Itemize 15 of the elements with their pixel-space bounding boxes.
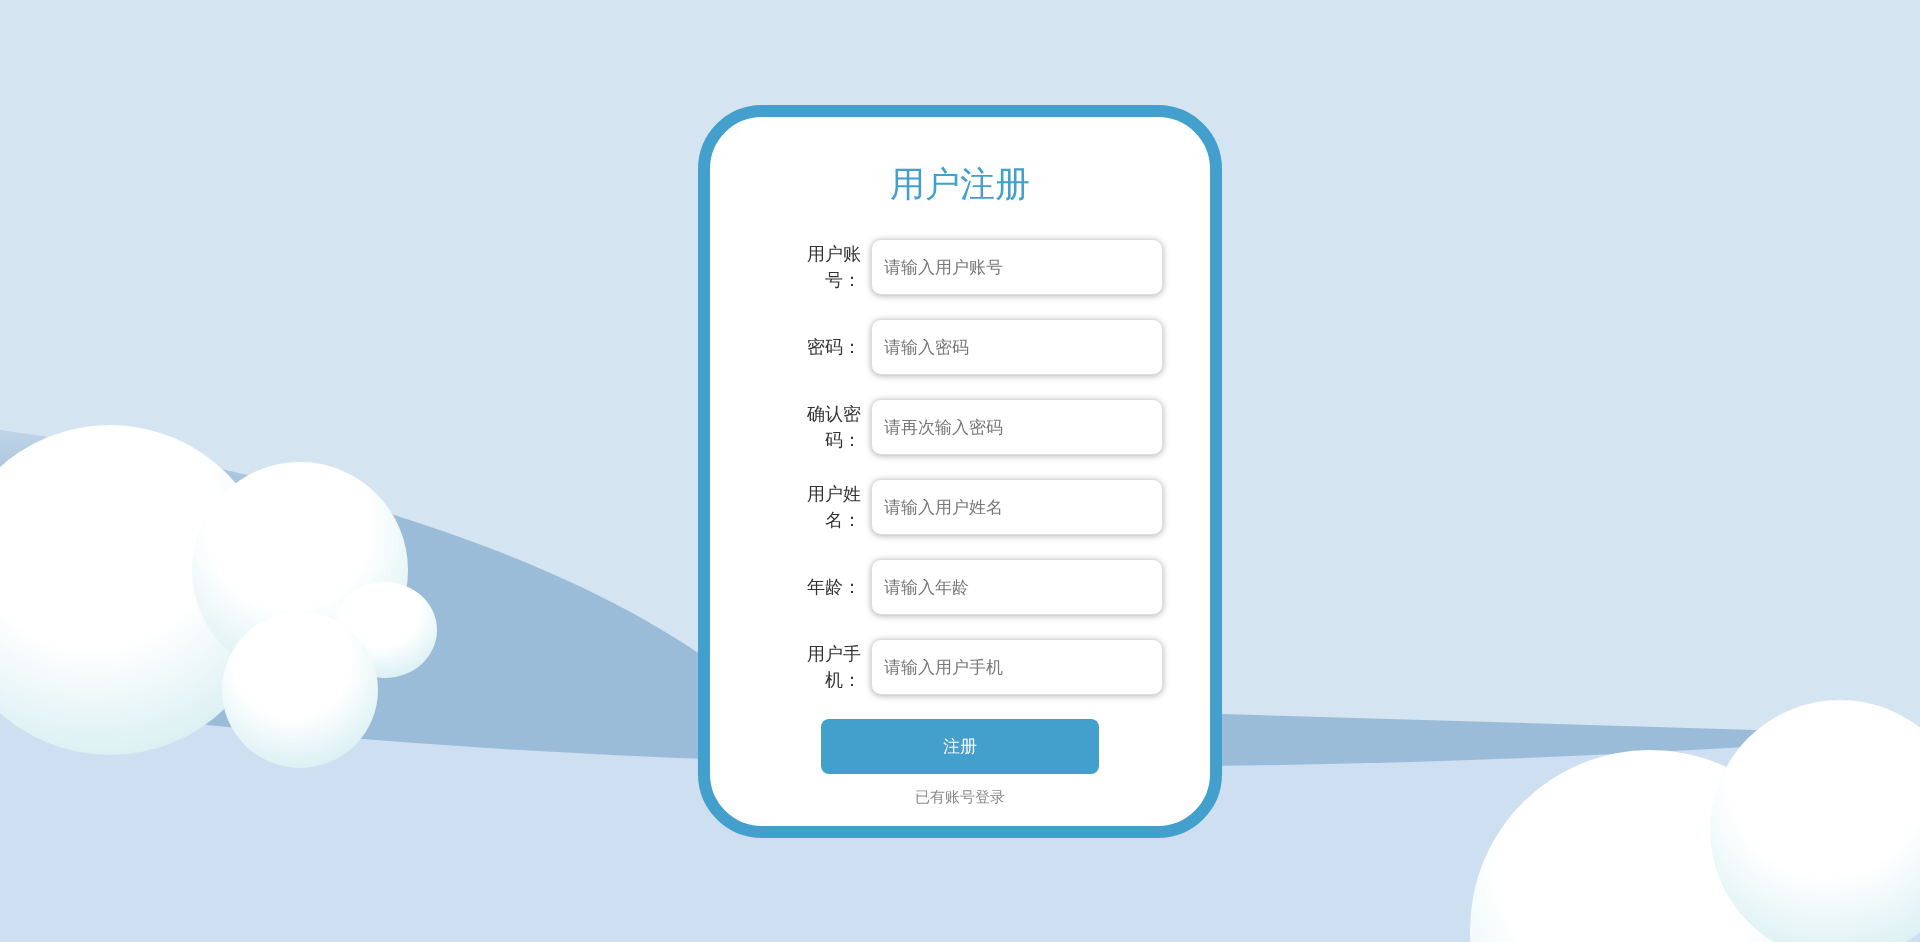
form-title: 用户注册 xyxy=(890,163,1030,205)
login-link[interactable]: 已有账号登录 xyxy=(915,788,1005,807)
field-label: 密码： xyxy=(806,335,861,359)
input-field[interactable]: 请输入密码 xyxy=(871,319,1163,375)
input-field[interactable]: 请输入用户账号 xyxy=(871,239,1163,295)
field-label: 确认密码： xyxy=(806,402,861,452)
field-label: 用户账号： xyxy=(806,242,861,292)
field-label: 用户姓名： xyxy=(806,482,861,532)
field-label: 年龄： xyxy=(806,575,861,599)
input-field[interactable]: 请输入用户手机 xyxy=(871,639,1163,695)
input-field[interactable]: 请输入年龄 xyxy=(871,559,1163,615)
input-field[interactable]: 请输入用户姓名 xyxy=(871,479,1163,535)
input-field[interactable]: 请再次输入密码 xyxy=(871,399,1163,455)
field-label: 用户手机： xyxy=(806,642,861,692)
register-button[interactable]: 注册 xyxy=(821,719,1099,774)
